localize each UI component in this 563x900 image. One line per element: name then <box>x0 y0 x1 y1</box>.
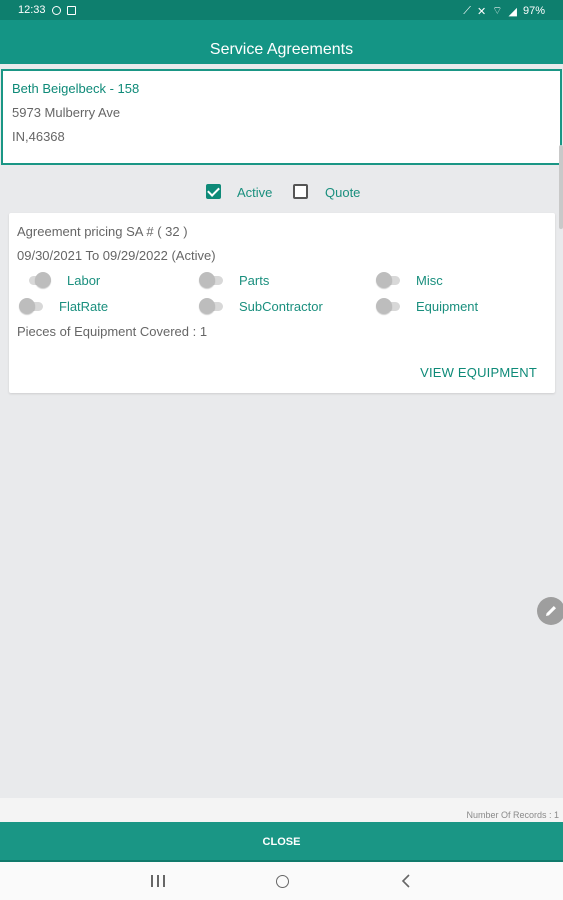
records-strip: Number Of Records : 1 <box>0 798 563 822</box>
equipment-switch[interactable] <box>376 298 400 314</box>
toggle-parts[interactable]: Parts <box>199 272 269 288</box>
app-bar: Service Agreements <box>0 20 563 64</box>
toggle-label: SubContractor <box>239 298 323 314</box>
wifi-icon: ⌔ <box>492 5 503 17</box>
page-title: Service Agreements <box>209 41 354 58</box>
status-time: 12:33 <box>18 4 46 16</box>
equipment-covered-count: Pieces of Equipment Covered : 1 <box>17 324 208 339</box>
subcontractor-switch[interactable] <box>199 298 223 314</box>
customer-state-zip: IN,46368 <box>12 129 65 144</box>
close-bar[interactable]: CLOSE <box>0 822 563 862</box>
status-bar: 12:33 ⟋ ✕ ⌔ ◢ 97% <box>0 0 563 20</box>
toggle-label: Equipment <box>416 298 479 314</box>
toggle-labor[interactable]: Labor <box>27 272 100 288</box>
filter-row: Active Quote <box>0 182 563 202</box>
agreement-dates: 09/30/2021 To 09/29/2022 (Active) <box>17 248 216 263</box>
signal-icon: ◢ <box>508 5 517 18</box>
battery-level: 97% <box>522 5 545 17</box>
mute-icon: ✕ <box>476 5 487 18</box>
customer-street: 5973 Mulberry Ave <box>12 105 121 120</box>
recents-icon[interactable] <box>128 862 188 900</box>
toggle-label: FlatRate <box>59 298 109 314</box>
parts-switch[interactable] <box>199 272 223 288</box>
quote-checkbox[interactable] <box>293 184 308 199</box>
toggle-misc[interactable]: Misc <box>376 272 443 288</box>
view-equipment-button[interactable]: VIEW EQUIPMENT <box>420 365 537 380</box>
dnd-icon <box>51 5 61 15</box>
back-icon[interactable] <box>376 862 436 900</box>
no-data-icon: ⟋ <box>463 4 471 17</box>
active-checkbox[interactable] <box>206 184 221 199</box>
system-nav-bar <box>0 862 563 900</box>
misc-switch[interactable] <box>376 272 400 288</box>
sim-icon <box>66 5 76 15</box>
quote-checkbox-label[interactable]: Quote <box>325 185 360 200</box>
pencil-icon <box>546 606 556 616</box>
active-checkbox-label[interactable]: Active <box>237 185 272 200</box>
toggle-label: Misc <box>416 272 443 288</box>
home-icon[interactable] <box>252 862 312 900</box>
labor-switch[interactable] <box>27 272 51 288</box>
agreement-card[interactable]: Agreement pricing SA # ( 32 ) 09/30/2021… <box>9 213 555 393</box>
agreement-title: Agreement pricing SA # ( 32 ) <box>17 224 188 239</box>
customer-address-box[interactable]: Beth Beigelbeck - 158 5973 Mulberry Ave … <box>1 69 562 165</box>
toggle-subcontractor[interactable]: SubContractor <box>199 298 323 314</box>
close-button[interactable]: CLOSE <box>0 836 563 848</box>
customer-name: Beth Beigelbeck - 158 <box>12 81 140 96</box>
records-count: Number Of Records : 1 <box>466 810 559 820</box>
flatrate-switch[interactable] <box>19 298 43 314</box>
toggle-label: Labor <box>67 272 101 288</box>
toggle-equipment[interactable]: Equipment <box>376 298 478 314</box>
toggle-label: Parts <box>239 272 270 288</box>
toggle-flatrate[interactable]: FlatRate <box>19 298 108 314</box>
edit-fab-button[interactable] <box>537 597 563 625</box>
